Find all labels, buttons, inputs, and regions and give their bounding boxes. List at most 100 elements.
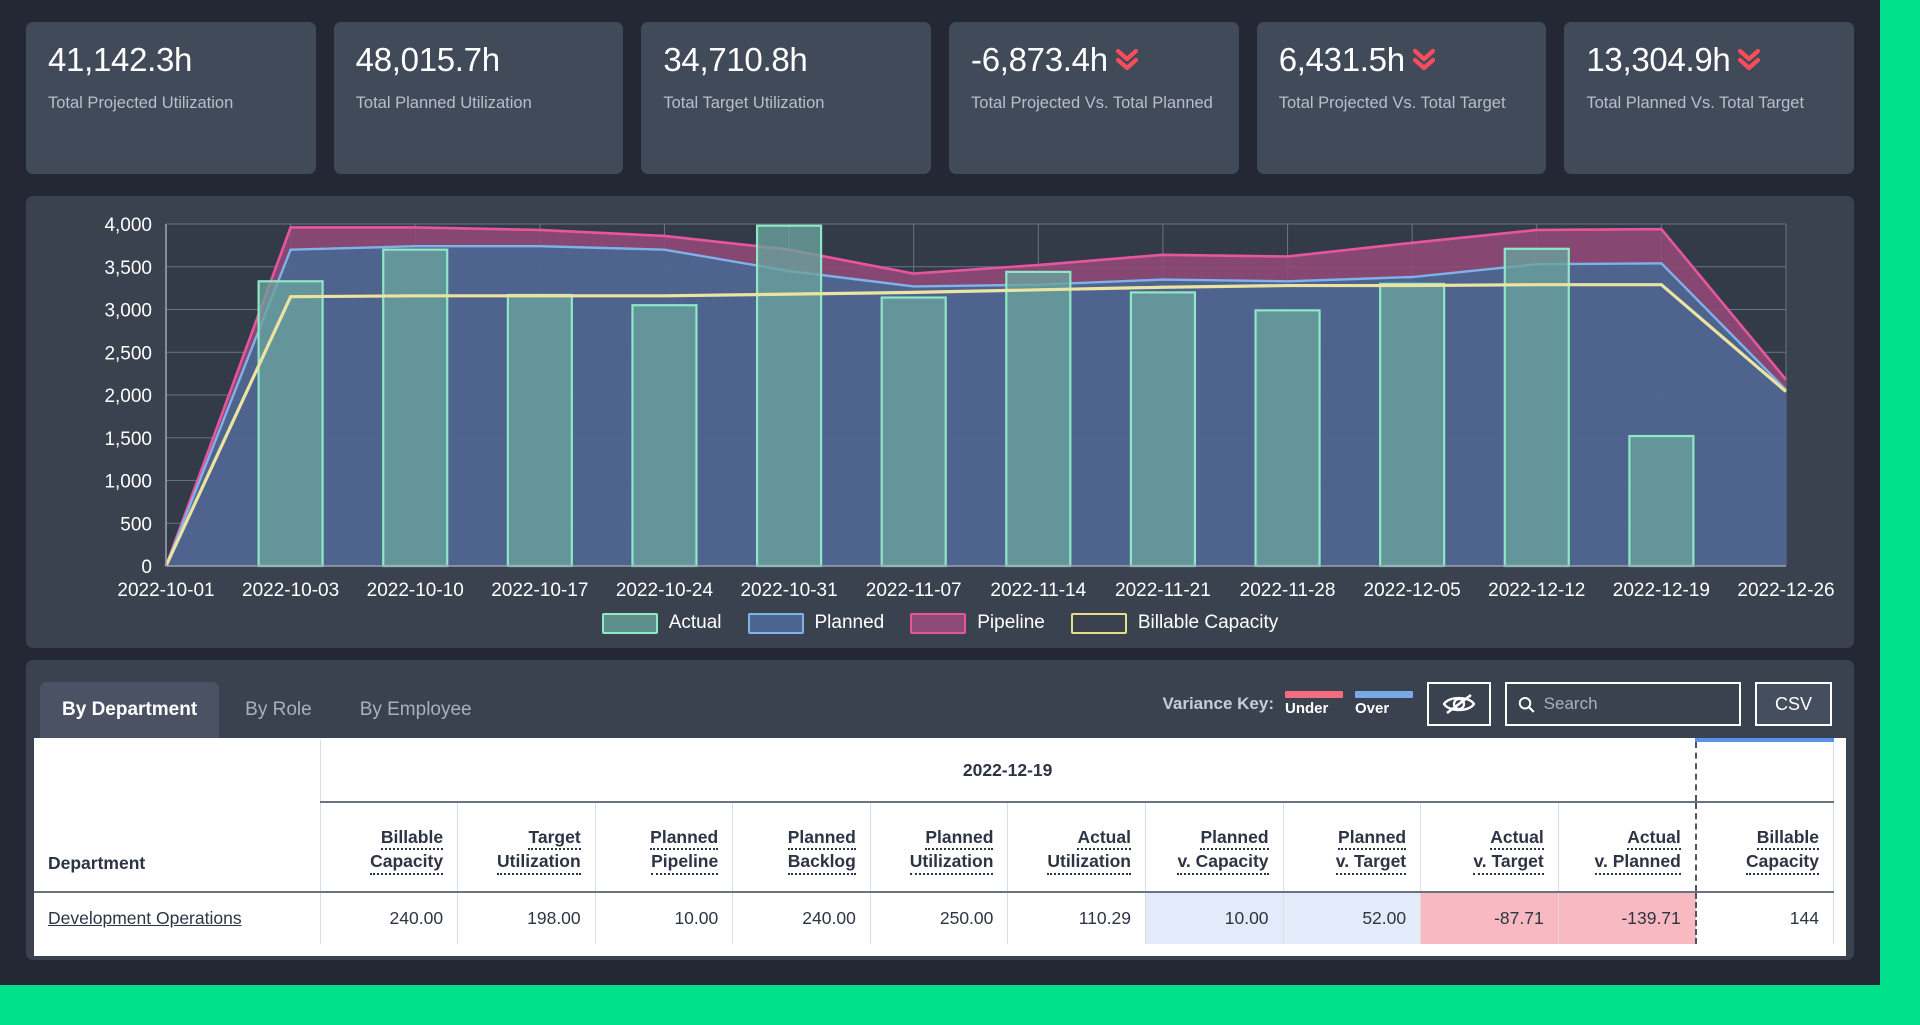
variance-key: Variance Key: Under Over	[1162, 691, 1413, 717]
svg-text:2022-12-26: 2022-12-26	[1737, 580, 1834, 601]
dashboard-root: 41,142.3h Total Projected Utilization 48…	[0, 0, 1880, 985]
svg-text:2,500: 2,500	[104, 343, 152, 364]
group-header-row: 2022-12-19	[34, 738, 1834, 803]
svg-text:2022-10-17: 2022-10-17	[491, 580, 588, 601]
legend-swatch	[1070, 612, 1127, 634]
column-header-line1: Actual	[1490, 826, 1544, 851]
svg-text:4,000: 4,000	[104, 215, 152, 236]
group-header-next	[1694, 738, 1834, 803]
kpi-card: -6,873.4h Total Projected Vs. Total Plan…	[949, 22, 1239, 174]
csv-export-button[interactable]: CSV	[1754, 682, 1832, 726]
column-header-line1: Planned	[1338, 826, 1407, 851]
kpi-card: 13,304.9h Total Planned Vs. Total Target	[1564, 22, 1855, 174]
kpi-value: -6,873.4h	[971, 41, 1217, 79]
department-link[interactable]: Development Operations	[48, 908, 242, 928]
kpi-label: Total Target Utilization	[663, 93, 825, 112]
table-cell: 198.00	[457, 892, 596, 944]
svg-text:500: 500	[120, 514, 152, 535]
column-header-line1: Planned	[925, 826, 994, 851]
legend-item[interactable]: Pipeline	[910, 612, 1045, 634]
kpi-card: 41,142.3h Total Projected Utilization	[26, 22, 316, 174]
column-header[interactable]: Target Utilization	[457, 802, 596, 893]
column-header-line1: Planned	[650, 826, 719, 851]
legend-item[interactable]: Billable Capacity	[1070, 612, 1278, 634]
table-row[interactable]: Development Operations 240.00 198.00 10.…	[34, 892, 1834, 944]
search-box[interactable]	[1504, 682, 1741, 726]
legend-label: Actual	[668, 612, 722, 633]
hide-columns-button[interactable]	[1426, 682, 1491, 726]
legend-swatch	[910, 612, 967, 634]
svg-text:3,000: 3,000	[104, 301, 152, 322]
svg-text:2022-11-21: 2022-11-21	[1115, 580, 1211, 601]
group-header-date: 2022-12-19	[320, 740, 1697, 803]
column-header[interactable]: Actual v. Planned	[1558, 802, 1697, 893]
table-cell: 10.00	[1145, 892, 1284, 944]
kpi-card: 48,015.7h Total Planned Utilization	[333, 22, 624, 174]
column-header-line1: Billable	[1756, 826, 1819, 851]
kpi-value: 34,710.8h	[663, 41, 909, 79]
column-header-line2: Utilization	[909, 850, 994, 875]
row-department[interactable]: Development Operations	[34, 892, 321, 944]
double-chevron-down-icon	[1412, 49, 1435, 71]
kpi-value-text: 6,431.5h	[1278, 41, 1405, 78]
kpi-value-text: 41,142.3h	[48, 41, 193, 78]
svg-text:2022-11-07: 2022-11-07	[866, 580, 962, 601]
column-header[interactable]: Actual v. Target	[1420, 802, 1559, 893]
svg-text:1,500: 1,500	[104, 429, 152, 450]
search-icon	[1518, 696, 1535, 713]
column-header-line2: Utilization	[497, 850, 581, 875]
table-cell: 144	[1694, 892, 1834, 944]
eye-off-icon	[1442, 693, 1476, 715]
kpi-value: 13,304.9h	[1586, 41, 1832, 79]
double-chevron-down-icon	[1115, 49, 1138, 71]
variance-key-entry: Under	[1284, 691, 1343, 717]
kpi-value: 6,431.5h	[1278, 41, 1525, 79]
legend-swatch	[747, 612, 804, 634]
kpi-value-text: 13,304.9h	[1586, 41, 1731, 78]
column-header[interactable]: Billable Capacity	[1694, 802, 1834, 893]
svg-text:2022-10-03: 2022-10-03	[242, 580, 339, 601]
svg-text:2022-12-19: 2022-12-19	[1613, 580, 1710, 601]
column-header-department[interactable]: Department	[34, 802, 321, 893]
svg-text:2022-12-12: 2022-12-12	[1488, 580, 1585, 601]
table-cell: -87.71	[1420, 892, 1559, 944]
legend-item[interactable]: Planned	[747, 612, 884, 634]
legend-swatch	[601, 612, 658, 634]
search-input[interactable]	[1543, 694, 1728, 714]
kpi-value-text: 34,710.8h	[663, 41, 808, 78]
column-header[interactable]: Planned Pipeline	[595, 802, 734, 893]
legend-item[interactable]: Actual	[601, 612, 722, 634]
column-header[interactable]: Planned v. Target	[1283, 802, 1422, 893]
svg-text:3,500: 3,500	[104, 258, 152, 279]
breakdown-table: 2022-12-19 Department Billable Capacity …	[34, 738, 1834, 944]
variance-key-swatch	[1354, 691, 1413, 698]
tab-by department[interactable]: By Department	[40, 682, 220, 738]
tab-by role[interactable]: By Role	[223, 682, 334, 738]
svg-text:2022-11-28: 2022-11-28	[1240, 580, 1336, 601]
group-header-blank	[34, 740, 321, 802]
column-header[interactable]: Planned Backlog	[732, 802, 871, 893]
kpi-value-text: -6,873.4h	[971, 41, 1108, 78]
kpi-value: 48,015.7h	[356, 41, 602, 79]
svg-text:2022-10-10: 2022-10-10	[367, 580, 464, 601]
kpi-row: 41,142.3h Total Projected Utilization 48…	[0, 0, 1880, 188]
variance-key-label: Under	[1284, 700, 1329, 717]
data-grid[interactable]: 2022-12-19 Department Billable Capacity …	[34, 738, 1846, 956]
table-controls: Variance Key: Under Over Search CSV	[1162, 682, 1832, 730]
column-header-line2: Capacity	[370, 850, 444, 875]
svg-text:2022-12-05: 2022-12-05	[1364, 580, 1461, 601]
table-cell: 110.29	[1007, 892, 1146, 944]
double-chevron-down-icon	[1738, 49, 1761, 71]
column-header-line2: v. Target	[1473, 850, 1544, 875]
column-header[interactable]: Planned Utilization	[870, 802, 1009, 893]
column-header[interactable]: Planned v. Capacity	[1145, 802, 1284, 893]
variance-key-title: Variance Key:	[1162, 694, 1274, 713]
svg-text:0: 0	[141, 557, 152, 578]
column-header-line2: Capacity	[1746, 850, 1819, 875]
column-header[interactable]: Actual Utilization	[1007, 802, 1146, 893]
column-header-line2: v. Target	[1335, 850, 1407, 875]
tab-by employee[interactable]: By Employee	[338, 682, 494, 738]
table-cell: 240.00	[732, 892, 871, 944]
column-header[interactable]: Billable Capacity	[320, 802, 459, 893]
column-header-line2: Pipeline	[651, 850, 719, 875]
